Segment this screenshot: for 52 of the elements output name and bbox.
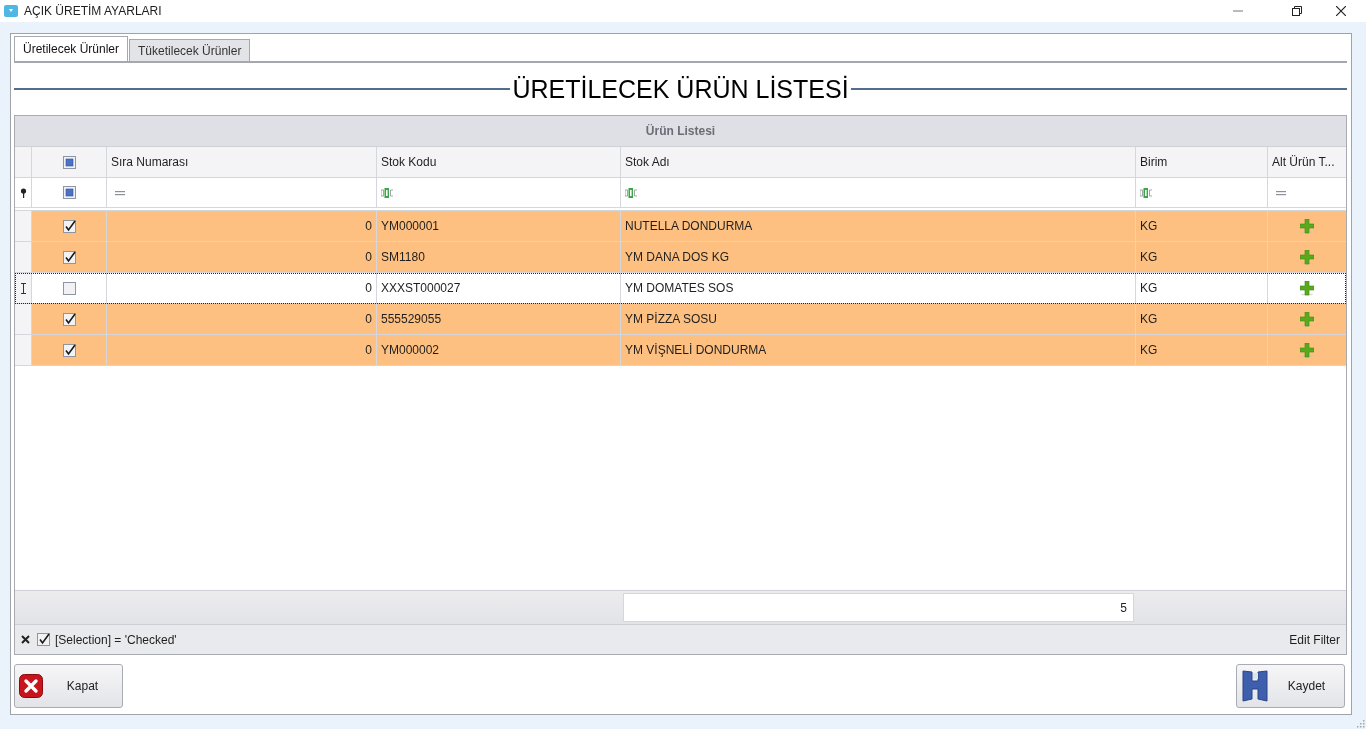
close-icon[interactable] (21, 635, 30, 644)
text-filter-icon[interactable] (1140, 187, 1152, 198)
checkbox[interactable] (62, 155, 76, 169)
close-icon (19, 674, 43, 698)
column-header[interactable]: Stok Kodu (377, 147, 621, 178)
table-cell: KG (1136, 335, 1268, 366)
table-row[interactable]: 0 XXXST000027 YM DOMATES SOS KG (15, 273, 1346, 304)
tab[interactable]: Tüketilecek Ürünler (129, 39, 251, 61)
table-cell: 0 (107, 335, 377, 366)
close-icon[interactable] (1336, 6, 1346, 16)
checkbox[interactable] (62, 312, 76, 326)
resize-grip-icon[interactable] (1357, 720, 1365, 728)
checkbox[interactable] (62, 250, 76, 264)
filter-expression[interactable]: [Selection] = 'Checked' (55, 632, 177, 647)
checkbox[interactable] (62, 343, 76, 357)
checkbox[interactable] (37, 633, 50, 646)
table-cell: YM000002 (377, 335, 621, 366)
equals-icon[interactable] (1276, 188, 1286, 197)
table-row[interactable]: 0 555529055 YM PİZZA SOSU KG (15, 304, 1346, 335)
restore-icon[interactable] (1292, 6, 1302, 16)
pin-icon (19, 187, 27, 198)
text-filter-icon[interactable] (381, 187, 393, 198)
add-icon[interactable] (1300, 218, 1314, 234)
edit-filter-link[interactable]: Edit Filter (1289, 632, 1340, 647)
window-title: AÇIK ÜRETİM AYARLARI (24, 4, 162, 18)
table-row[interactable]: 0 YM000001 NUTELLA DONDURMA KG (15, 211, 1346, 242)
add-icon[interactable] (1300, 280, 1314, 296)
summary-cell: 5 (623, 593, 1134, 622)
column-header[interactable]: Stok Adı (621, 147, 1136, 178)
text-filter-icon[interactable] (625, 187, 637, 198)
column-header[interactable]: Alt Ürün T... (1268, 147, 1346, 178)
row-indicator[interactable] (15, 273, 32, 304)
close-button[interactable]: Kapat (14, 664, 123, 708)
checkbox[interactable] (62, 219, 76, 233)
add-icon[interactable] (1300, 342, 1314, 358)
add-icon[interactable] (1300, 311, 1314, 327)
column-header[interactable]: Birim (1136, 147, 1268, 178)
table-row[interactable]: 0 SM1180 YM DANA DOS KG KG (15, 242, 1346, 273)
column-header[interactable]: Sıra Numarası (107, 147, 377, 178)
add-icon[interactable] (1300, 249, 1314, 265)
checkbox[interactable] (62, 281, 76, 295)
table-row[interactable]: 0 YM000002 YM VİŞNELİ DONDURMA KG (15, 335, 1346, 366)
text-cursor-icon (19, 282, 27, 294)
group-header: Ürün Listesi (15, 116, 1346, 147)
table-cell: YM VİŞNELİ DONDURMA (621, 335, 1136, 366)
floppy-icon (1241, 669, 1269, 703)
app-icon (4, 5, 18, 17)
equals-icon[interactable] (115, 188, 125, 197)
page-heading: ÜRETİLECEK ÜRÜN LİSTESİ (512, 74, 849, 104)
tab[interactable]: Üretilecek Ürünler (14, 36, 129, 61)
save-button[interactable]: Kaydet (1236, 664, 1345, 708)
checkbox[interactable] (62, 186, 76, 199)
